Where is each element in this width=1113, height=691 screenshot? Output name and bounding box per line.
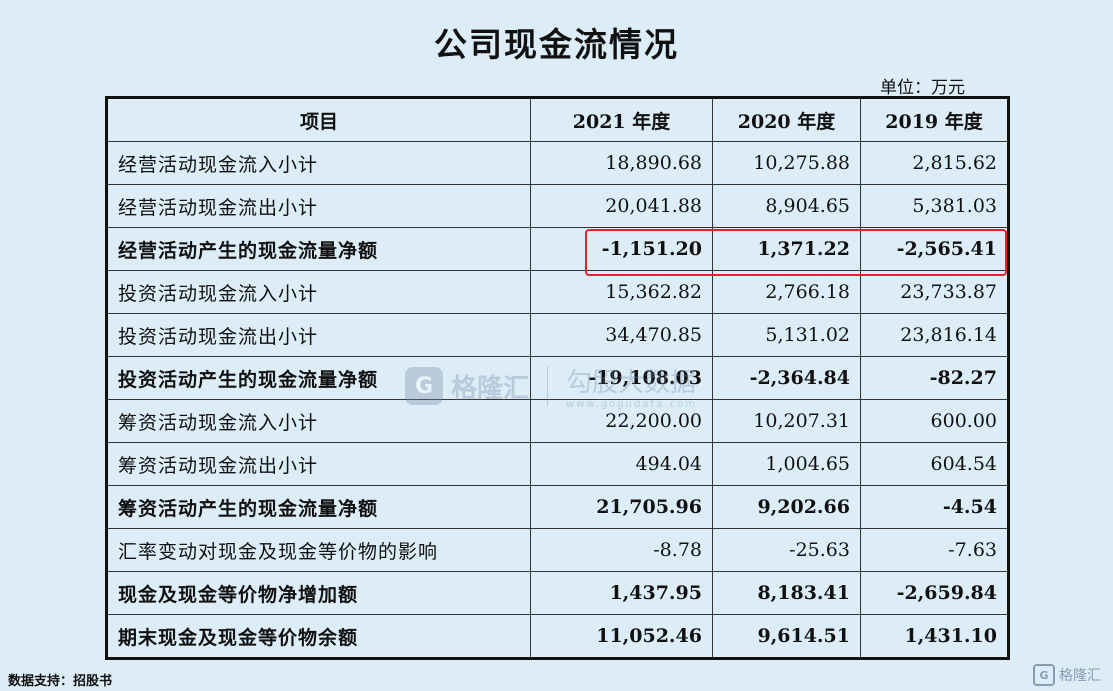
value-2019: 604.54 [860,442,1009,486]
row-label: 期末现金及现金等价物余额 [106,614,531,659]
brand-logo-icon: G [1033,664,1055,686]
value-2019: 600.00 [860,399,1009,443]
row-label: 筹资活动产生的现金流量净额 [106,485,531,529]
value-2020: -25.63 [712,528,861,572]
unit-label: 单位：万元 [880,78,965,98]
row-label: 投资活动产生的现金流量净额 [106,356,531,400]
table-row: 期末现金及现金等价物余额 11,052.46 9,614.51 1,431.10 [106,614,1009,659]
value-2020: 1,004.65 [712,442,861,486]
value-2019: 2,815.62 [860,141,1009,185]
value-2019: 5,381.03 [860,184,1009,228]
data-source: 数据支持：招股书 [8,674,113,689]
value-2019: 1,431.10 [860,614,1009,659]
page-title: 公司现金流情况 [434,25,679,64]
table-row: 投资活动现金流出小计 34,470.85 5,131.02 23,816.14 [106,313,1009,357]
value-2019: -2,565.41 [860,227,1009,271]
footer-brand: G 格隆汇 [1033,664,1101,686]
row-label: 投资活动现金流出小计 [106,313,531,357]
value-2019: 23,733.87 [860,270,1009,314]
header-2019: 2019 年度 [860,97,1009,142]
value-2021: 494.04 [530,442,713,486]
table-row: 现金及现金等价物净增加额 1,437.95 8,183.41 -2,659.84 [106,571,1009,615]
value-2020: 9,614.51 [712,614,861,659]
table-row: 投资活动产生的现金流量净额 -19,108.03 -2,364.84 -82.27 [106,356,1009,400]
header-2021: 2021 年度 [530,97,713,142]
table-row: 经营活动产生的现金流量净额 -1,151.20 1,371.22 -2,565.41 [106,227,1009,271]
value-2020: -2,364.84 [712,356,861,400]
value-2021: 1,437.95 [530,571,713,615]
footer-brand-name: 格隆汇 [1059,668,1101,684]
value-2019: -82.27 [860,356,1009,400]
value-2020: 9,202.66 [712,485,861,529]
table-row: 投资活动现金流入小计 15,362.82 2,766.18 23,733.87 [106,270,1009,314]
value-2021: 11,052.46 [530,614,713,659]
row-label: 现金及现金等价物净增加额 [106,571,531,615]
value-2021: -1,151.20 [530,227,713,271]
row-label: 汇率变动对现金及现金等价物的影响 [106,528,531,572]
value-2021: 22,200.00 [530,399,713,443]
value-2019: -7.63 [860,528,1009,572]
row-label: 投资活动现金流入小计 [106,270,531,314]
table-row: 筹资活动产生的现金流量净额 21,705.96 9,202.66 -4.54 [106,485,1009,529]
value-2021: -8.78 [530,528,713,572]
value-2020: 10,207.31 [712,399,861,443]
value-2019: -4.54 [860,485,1009,529]
table-row: 汇率变动对现金及现金等价物的影响 -8.78 -25.63 -7.63 [106,528,1009,572]
value-2021: 15,362.82 [530,270,713,314]
cash-flow-table: 项目 2021 年度 2020 年度 2019 年度 经营活动现金流入小计 18,… [105,96,1010,660]
row-label: 经营活动现金流入小计 [106,141,531,185]
row-label: 筹资活动现金流出小计 [106,442,531,486]
value-2021: 21,705.96 [530,485,713,529]
value-2020: 10,275.88 [712,141,861,185]
table-row: 经营活动现金流入小计 18,890.68 10,275.88 2,815.62 [106,141,1009,185]
header-2020: 2020 年度 [712,97,861,142]
row-label: 经营活动现金流出小计 [106,184,531,228]
header-item: 项目 [106,97,531,142]
table-row: 筹资活动现金流出小计 494.04 1,004.65 604.54 [106,442,1009,486]
row-label: 经营活动产生的现金流量净额 [106,227,531,271]
value-2020: 8,904.65 [712,184,861,228]
value-2020: 5,131.02 [712,313,861,357]
value-2021: -19,108.03 [530,356,713,400]
value-2019: -2,659.84 [860,571,1009,615]
value-2021: 20,041.88 [530,184,713,228]
value-2021: 34,470.85 [530,313,713,357]
table-row: 经营活动现金流出小计 20,041.88 8,904.65 5,381.03 [106,184,1009,228]
value-2021: 18,890.68 [530,141,713,185]
value-2020: 1,371.22 [712,227,861,271]
value-2020: 8,183.41 [712,571,861,615]
table-body: 经营活动现金流入小计 18,890.68 10,275.88 2,815.62 经营活动… [106,141,1009,659]
value-2019: 23,816.14 [860,313,1009,357]
table-row: 筹资活动现金流入小计 22,200.00 10,207.31 600.00 [106,399,1009,443]
value-2020: 2,766.18 [712,270,861,314]
row-label: 筹资活动现金流入小计 [106,399,531,443]
table-header-row: 项目 2021 年度 2020 年度 2019 年度 [106,97,1009,142]
